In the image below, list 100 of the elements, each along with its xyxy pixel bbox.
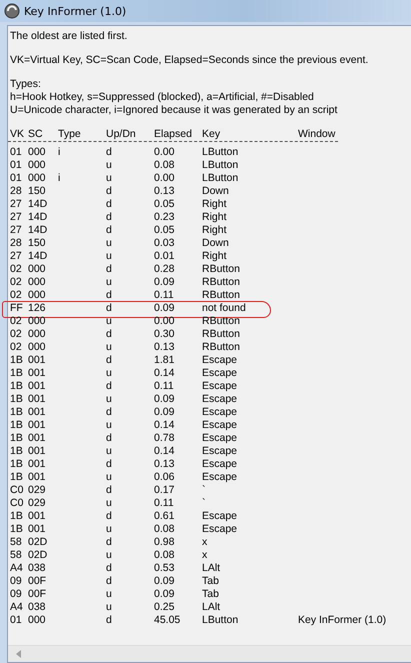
table-cell: 0.08 (154, 549, 174, 562)
table-cell: A4 (10, 601, 23, 614)
table-cell: 1B (10, 419, 23, 432)
info-text: h=Hook Hotkey, s=Suppressed (blocked), a=Artificial, #=Disabled (10, 91, 315, 104)
table-cell: 02 (10, 328, 22, 341)
table-cell: 1B (10, 458, 23, 471)
table-cell: 029 (28, 497, 46, 510)
table-cell: 0.00 (154, 146, 174, 159)
table-cell: Escape (202, 471, 238, 484)
table-cell: Tab (202, 575, 219, 588)
table-cell: d (106, 198, 112, 211)
table-cell: LButton (202, 614, 238, 627)
table-cell: 0.08 (154, 523, 174, 536)
table-cell: 02 (10, 315, 22, 328)
table-cell: RButton (202, 341, 240, 354)
table-cell: d (106, 224, 112, 237)
table-cell: 0.23 (154, 211, 174, 224)
table-cell: 0.13 (154, 185, 174, 198)
table-cell: Escape (202, 445, 238, 458)
table-cell: d (106, 406, 112, 419)
table-cell: RButton (202, 289, 240, 302)
table-cell: 001 (28, 510, 46, 523)
table-cell: 14D (28, 224, 48, 237)
table-cell: 0.28 (154, 263, 174, 276)
table-cell: 1B (10, 510, 23, 523)
table-cell: 001 (28, 445, 46, 458)
table-cell: 02 (10, 276, 22, 289)
table-cell: 001 (28, 354, 46, 367)
table-cell: 0.13 (154, 341, 174, 354)
table-cell: 1B (10, 523, 23, 536)
table-cell: 0.05 (154, 224, 174, 237)
table-cell: ` (202, 497, 206, 510)
table-cell: 000 (28, 315, 46, 328)
table-cell: 001 (28, 471, 46, 484)
table-cell: 001 (28, 393, 46, 406)
table-cell: d (106, 185, 112, 198)
table-cell: 001 (28, 432, 46, 445)
table-cell: Escape (202, 510, 238, 523)
table-cell: Escape (202, 523, 238, 536)
table-cell: C0 (10, 484, 24, 497)
table-cell: RButton (202, 263, 240, 276)
table-cell: 01 (10, 614, 22, 627)
horizontal-scrollbar[interactable] (8, 645, 411, 662)
table-cell: d (106, 484, 112, 497)
column-header: Window (298, 128, 336, 141)
table-cell: x (202, 549, 208, 562)
table-cell: u (106, 419, 112, 432)
table-cell: LButton (202, 172, 238, 185)
info-text: Types: (10, 78, 42, 91)
table-cell: u (106, 601, 112, 614)
table-cell: 00F (28, 588, 46, 601)
table-cell: 58 (10, 536, 22, 549)
table-cell: 14D (28, 198, 48, 211)
table-cell: 126 (28, 302, 46, 315)
table-cell: d (106, 380, 112, 393)
table-cell: u (106, 276, 112, 289)
table-cell: 0.03 (154, 237, 174, 250)
table-cell: 0.25 (154, 601, 174, 614)
table-cell: 0.05 (154, 198, 174, 211)
table-cell: Escape (202, 354, 238, 367)
table-cell: 0.14 (154, 367, 174, 380)
column-header: SC (28, 128, 43, 141)
table-cell: 150 (28, 185, 46, 198)
table-cell: Down (202, 185, 229, 198)
table-cell: 1.81 (154, 354, 174, 367)
table-cell: 1B (10, 354, 23, 367)
table-cell: u (106, 471, 112, 484)
table-cell: d (106, 211, 112, 224)
table-cell: 029 (28, 484, 46, 497)
table-cell: LAlt (202, 601, 220, 614)
table-cell: C0 (10, 497, 24, 510)
table-cell: 038 (28, 601, 46, 614)
table-cell: RButton (202, 276, 240, 289)
table-cell: u (106, 549, 112, 562)
table-cell: u (106, 445, 112, 458)
table-cell: i (58, 146, 60, 159)
column-header: Elapsed (154, 128, 192, 141)
table-cell: 01 (10, 146, 22, 159)
table-cell: 1B (10, 393, 23, 406)
table-cell: 000 (28, 614, 46, 627)
table-cell: d (106, 562, 112, 575)
table-cell: d (106, 146, 112, 159)
table-cell: 001 (28, 380, 46, 393)
table-cell: 0.00 (154, 315, 174, 328)
table-cell: Right (202, 224, 227, 237)
table-cell: d (106, 536, 112, 549)
table-cell: d (106, 289, 112, 302)
table-cell: RButton (202, 328, 240, 341)
scroll-left-arrow-icon[interactable] (16, 650, 21, 658)
table-cell: Right (202, 211, 227, 224)
table-cell: 0.61 (154, 510, 174, 523)
table-cell: 0.09 (154, 302, 174, 315)
table-cell: 1B (10, 432, 23, 445)
table-cell: 27 (10, 211, 22, 224)
table-cell: u (106, 367, 112, 380)
table-cell: u (106, 172, 112, 185)
table-cell: 09 (10, 575, 22, 588)
window-title: Key InFormer (1.0) (24, 4, 126, 18)
table-cell: 28 (10, 237, 22, 250)
table-cell: 001 (28, 523, 46, 536)
